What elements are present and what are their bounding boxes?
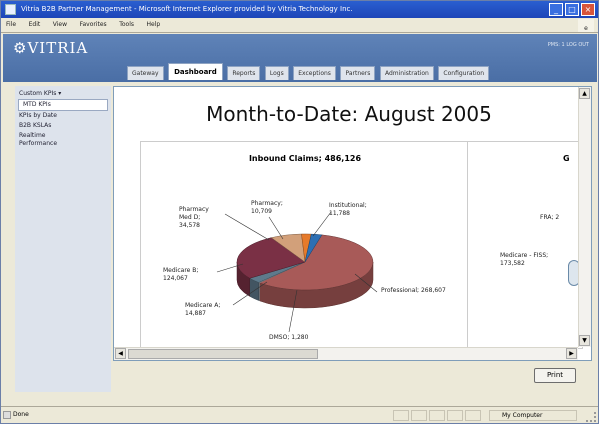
security-zone: My Computer [489,410,577,421]
scroll-thumb[interactable] [128,349,318,359]
resize-grip-icon[interactable] [586,412,596,422]
status-panel [465,410,481,421]
close-icon[interactable]: × [581,3,595,16]
sidebar-item-b2b-kslas[interactable]: B2B KSLAs [15,121,111,131]
label-pharmacy-med-d: Pharmacy Med D; 34,578 [179,206,209,229]
menu-tools[interactable]: Tools [114,18,139,31]
vertical-scrollbar[interactable]: ▲ ▼ [578,87,591,347]
tab-gateway[interactable]: Gateway [127,66,164,80]
tab-administration[interactable]: Administration [379,66,434,80]
scroll-down-icon[interactable]: ▼ [579,335,590,346]
menu-view[interactable]: View [48,18,72,31]
page-icon [3,411,11,419]
label-dmso: DMSO; 1,280 [269,334,309,341]
app-header: ⚙VITRIA PMS: 1 LOG OUT Gateway Dashboard… [3,34,597,82]
scroll-right-icon[interactable]: ▶ [566,348,577,359]
status-panel [393,410,409,421]
menu-edit[interactable]: Edit [24,18,46,31]
tab-logs[interactable]: Logs [264,66,289,80]
ie-icon [5,4,16,15]
print-button[interactable]: Print [534,368,576,383]
sidebar-item-mtd-kpis[interactable]: MTD KPIs [18,99,108,111]
status-bar: Done My Computer [1,406,598,423]
browser-window: Vitria B2B Partner Management - Microsof… [0,0,599,424]
status-text: Done [13,411,29,418]
label-institutional: Institutional; 11,788 [329,202,367,217]
status-panel [429,410,445,421]
tab-partners[interactable]: Partners [340,66,376,80]
tab-configuration[interactable]: Configuration [438,66,490,80]
menu-favorites[interactable]: Favorites [75,18,112,31]
sidebar: Custom KPIs ▾ MTD KPIs KPIs by Date B2B … [15,86,111,392]
scroll-up-icon[interactable]: ▲ [579,88,590,99]
sidebar-heading[interactable]: Custom KPIs ▾ [15,86,111,99]
user-label[interactable]: PMS: 1 LOG OUT [548,42,589,48]
windows-logo-icon: e [578,19,594,32]
pie-chart [216,211,378,333]
tab-exceptions[interactable]: Exceptions [293,66,336,80]
label-medicare-b: Medicare B; 124,067 [163,267,199,282]
label-pharmacy: Pharmacy; 10,709 [251,200,283,215]
label-professional: Professional; 268,607 [381,287,446,294]
tab-dashboard[interactable]: Dashboard [168,63,223,80]
status-panel [411,410,427,421]
menu-help[interactable]: Help [142,18,166,31]
tab-reports[interactable]: Reports [227,66,261,80]
menu-file[interactable]: File [1,18,21,31]
dashboard-pane: Month-to-Date: August 2005 Inbound Claim… [113,86,592,361]
scroll-left-icon[interactable]: ◀ [115,348,126,359]
maximize-icon[interactable]: □ [565,3,579,16]
status-panel [447,410,463,421]
tab-bar: Gateway Dashboard Reports Logs Exception… [127,63,491,82]
horizontal-scrollbar[interactable]: ◀ ▶ [114,347,578,360]
page-title: Month-to-Date: August 2005 [206,102,492,126]
sidebar-item-kpis-by-date[interactable]: KPIs by Date [15,111,111,121]
sidebar-item-realtime-performance[interactable]: Realtime Performance [15,131,77,149]
leader-line [224,213,270,241]
label-medicare-fiss: Medicare - FISS; 173,582 [500,252,549,267]
label-medicare-a: Medicare A; 14,887 [185,302,221,317]
second-chart-panel: G FRA; 2 Medicare - FISS; 173,582 [468,141,583,349]
minimize-icon[interactable]: _ [549,3,563,16]
label-fra: FRA; 2 [540,214,560,221]
menu-bar: File Edit View Favorites Tools Help e [1,18,598,33]
title-bar: Vitria B2B Partner Management - Microsof… [1,1,598,18]
leader-line [268,216,284,240]
window-title: Vitria B2B Partner Management - Microsof… [21,5,353,13]
chart-panel: Inbound Claims; 486,126 Professional; 26… [140,141,468,349]
vitria-logo: ⚙VITRIA [13,39,89,57]
